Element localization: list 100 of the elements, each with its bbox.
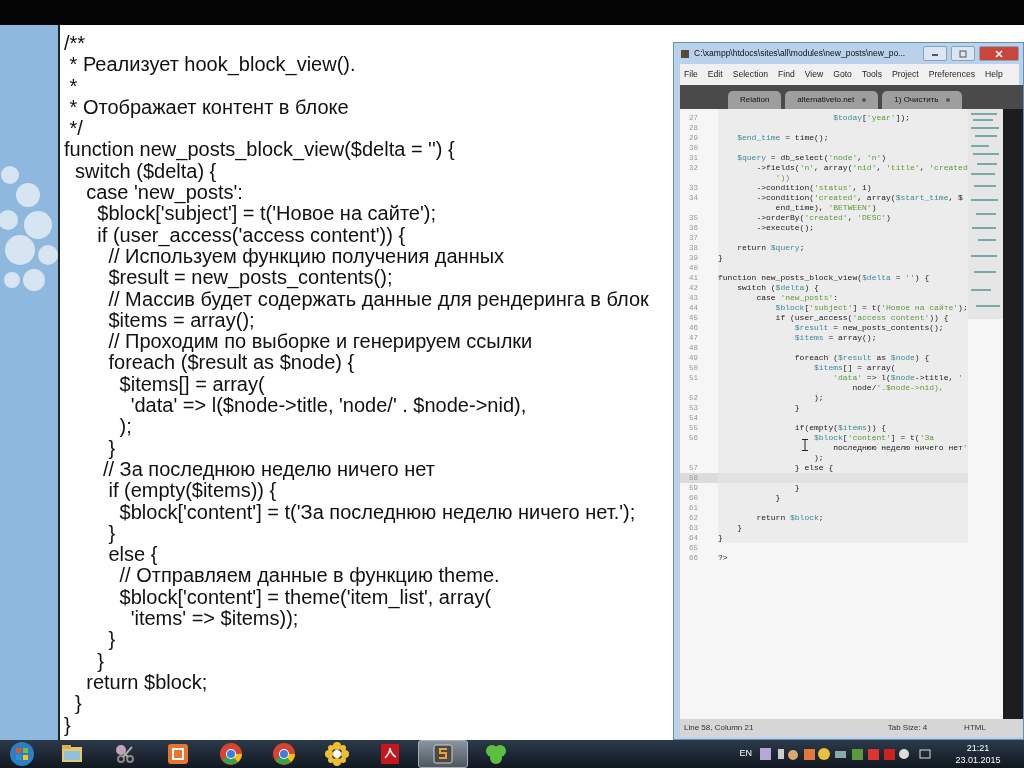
code-line: } (107, 629, 117, 651)
code-line: node/'.$node->nid), (852, 382, 944, 393)
code-line: return $block; (756, 512, 824, 523)
start-orb-icon (9, 741, 35, 767)
code-line: 'data' => l($node->title, 'node/' . $node->nid), (130, 395, 528, 417)
editor-tab[interactable]: Relation (728, 90, 782, 109)
menu-item[interactable]: Help (985, 68, 1003, 81)
code-line: * Отображает контент в блоке (68, 96, 350, 119)
code-line: $block['content'] = t('За последнюю неделю ничего нет.'); (118, 501, 637, 523)
code-line: $items[] = array( (118, 373, 266, 396)
close-dot-icon[interactable] (946, 97, 951, 102)
maximize-icon (958, 49, 968, 58)
round-multicolor-icon (218, 741, 244, 767)
code-line: return $query; (737, 242, 805, 253)
code-line: if (empty($items)) { (107, 480, 277, 502)
menu-item[interactable]: Goto (833, 68, 852, 81)
code-line: } (718, 252, 723, 263)
code-line: } (718, 532, 723, 543)
code-line: ->execute(); (756, 222, 814, 233)
code-line: ); (814, 452, 824, 463)
code-line: $result = new_posts_contents(); (107, 267, 393, 289)
close-icon (994, 49, 1004, 58)
close-button[interactable] (979, 46, 1019, 61)
language-indicator[interactable]: EN (739, 747, 752, 761)
code-line: /** (64, 33, 87, 55)
code-line: case 'new_posts': (756, 292, 839, 303)
syntax-mode[interactable]: HTML (945, 722, 1005, 734)
code-line: $items[] = array( (814, 362, 896, 373)
menu-item[interactable]: Project (891, 68, 919, 81)
code-line: } (96, 650, 106, 672)
code-line: function new_posts_block_view($delta = '') { (718, 272, 930, 283)
menu-item[interactable]: Tools (861, 68, 882, 81)
code-line: $block['subject'] = t('Новое на сайте'); (775, 302, 968, 313)
code-line: $items = array(); (107, 309, 256, 332)
code-line: ->fields('n', array('nid', 'title', 'created (756, 162, 968, 173)
flower-icon (324, 741, 350, 767)
code-line: } (794, 402, 800, 413)
code-line: $query = db_select('node', 'n') (737, 152, 887, 163)
code-line: } (64, 714, 72, 736)
code-line: ?> (718, 552, 728, 563)
code-line: ); (118, 416, 133, 438)
code-line: } (794, 482, 800, 493)
code-line: switch ($delta) { (737, 282, 819, 293)
code-line: $result = new_posts_contents(); (794, 322, 944, 333)
editor-tab[interactable]: alternativeto.net (785, 90, 879, 109)
close-dot-icon[interactable] (862, 97, 867, 102)
code-line: end_time), 'BETWEEN') (775, 202, 877, 213)
editor-tab[interactable]: 1) Очистить (882, 90, 963, 109)
code-line: 'data' => l($node->title, ' (833, 372, 963, 383)
code-line: // Проходим по выборке и генерируем ссылки (107, 331, 534, 353)
app-icon (680, 48, 690, 59)
code-line: foreach ($result as $node) { (794, 352, 930, 363)
menu-item[interactable]: Find (778, 68, 795, 81)
window-title: C:\xampp\htdocs\sites\all\modules\new_posts\new_po... (694, 47, 907, 60)
code-line: if (user_access('access content')) { (775, 312, 949, 323)
code-line: // Отправляем данные в функцию theme. (118, 565, 501, 587)
menu-item[interactable]: View (804, 68, 824, 81)
code-line: ->condition('created', array($start_time, $ (756, 192, 963, 203)
code-line: ); (814, 392, 824, 403)
code-line: // За последнюю неделю ничего нет (101, 458, 436, 481)
code-line: $today['year']); (833, 112, 911, 123)
code-line: } (107, 522, 117, 545)
code-line: 'items' => $items)); (130, 608, 299, 630)
code-line: $block['subject'] = t('Новое на сайте'); (96, 203, 437, 225)
code-line: $items = array(); (794, 332, 877, 343)
code-line: // Массив будет содержать данные для рендеринга в блок (107, 288, 650, 310)
code-line: * (68, 75, 79, 97)
code-line: последнюю неделю ничего нет' (833, 442, 968, 453)
code-line: } (74, 693, 83, 715)
code-line: switch ($delta) { (74, 160, 217, 183)
tab-size[interactable]: Tab Size: 4 (870, 722, 945, 734)
code-line: */ (68, 118, 84, 140)
code-line: function new_posts_block_view($delta = '') { (64, 139, 456, 161)
cursor-position: Line 58, Column 21 (683, 722, 755, 734)
menu-item[interactable]: Edit (707, 68, 723, 81)
code-line: if(empty($items)) { (794, 422, 887, 433)
code-line: $end_time = time(); (737, 132, 829, 143)
menu-item[interactable]: Preferences (928, 68, 976, 81)
code-line: else { (107, 544, 159, 566)
code-line: } (737, 522, 742, 533)
code-line: ')) (775, 172, 790, 183)
menu-item[interactable]: File (684, 68, 698, 81)
code-line: } (107, 437, 117, 459)
code-line: foreach ($result as $node) { (107, 352, 355, 374)
network-icon[interactable] (918, 747, 932, 761)
s-tile-icon (430, 741, 456, 767)
code-line: } else { (794, 462, 834, 473)
minimize-button[interactable] (923, 46, 947, 61)
menu-item[interactable]: Selection (732, 68, 769, 81)
clock-date: 23.01.2015 (954, 754, 1002, 766)
code-line: $block['content'] = t('За (814, 432, 935, 443)
code-line: if (user_access('access content')) { (96, 224, 406, 246)
round-multicolor-icon (271, 741, 297, 767)
code-line: } (775, 492, 781, 503)
code-line: * Реализует hook_block_view(). (68, 54, 357, 76)
text-cursor-icon (802, 438, 808, 451)
code-line: return $block; (85, 671, 209, 694)
clock-time: 21:21 (965, 742, 991, 754)
code-line: case 'new_posts': (85, 182, 244, 204)
code-line: $block['content'] = theme('item_list', array( (118, 586, 493, 608)
